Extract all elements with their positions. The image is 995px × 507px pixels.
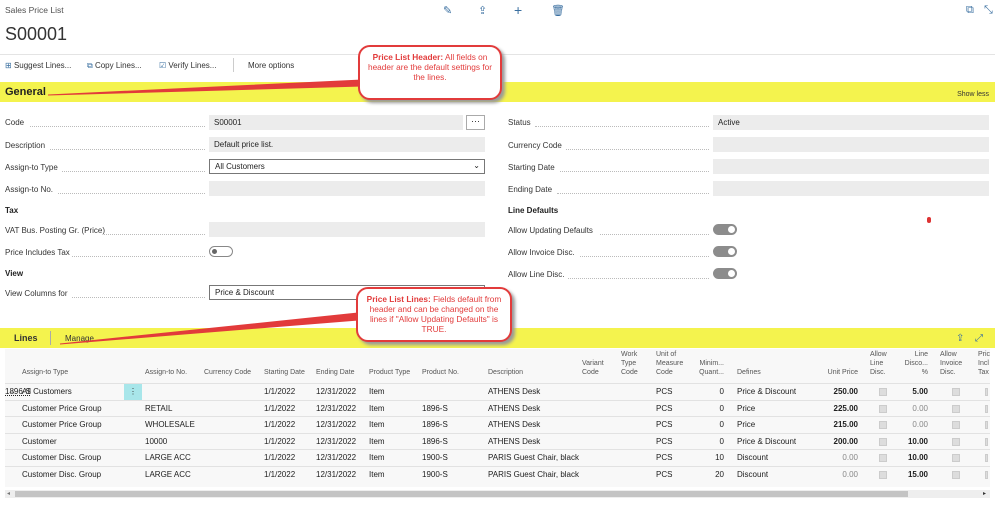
lines-callout-title: Price List Lines: [366, 294, 431, 304]
header-callout-title: Price List Header: [372, 52, 444, 62]
lines-callout-pointer [59, 312, 359, 345]
header-callout: Price List Header: All fields on header … [358, 45, 502, 100]
header-callout-pointer [47, 79, 363, 96]
lines-callout: Price List Lines: Fields default from he… [356, 287, 512, 342]
